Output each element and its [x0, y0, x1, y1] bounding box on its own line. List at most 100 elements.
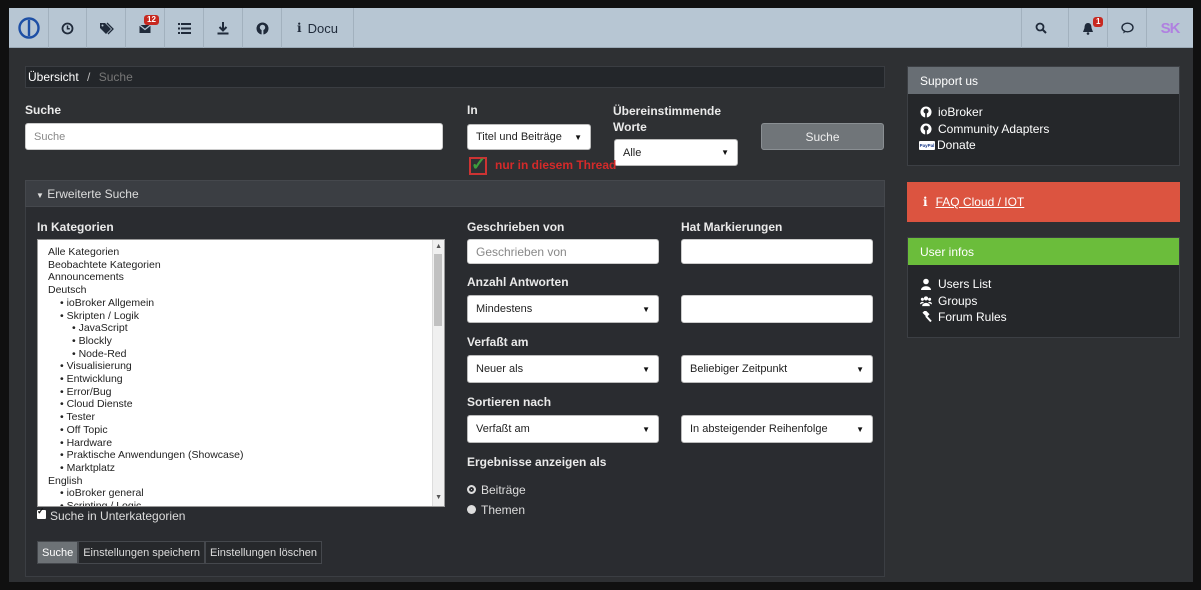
category-option[interactable]: • Visualisierung	[48, 360, 444, 373]
notifications-badge: 1	[1093, 17, 1104, 27]
avatar: SK	[1160, 19, 1181, 37]
show-posts-radio[interactable]	[467, 485, 476, 494]
scrollbar-thumb[interactable]	[434, 254, 442, 326]
sort-select[interactable]: Verfaßt am ▼	[467, 415, 659, 443]
categories-items: Alle Kategorien Beobachtete Kategorien Ann…	[48, 246, 444, 506]
replies-label: Anzahl Antworten	[467, 275, 569, 289]
caret-down-icon: ▼	[36, 191, 44, 200]
support-link-label: ioBroker	[938, 105, 983, 119]
match-words-label: Übereinstimmende Worte	[613, 104, 722, 134]
save-settings-button[interactable]: Einstellungen speichern	[78, 541, 206, 564]
posted-time-select[interactable]: Beliebiger Zeitpunkt ▼	[681, 355, 873, 383]
category-option[interactable]: • Tester	[48, 411, 444, 424]
list-icon	[177, 22, 191, 34]
groups-link[interactable]: Groups	[920, 293, 1167, 310]
categories-button[interactable]	[165, 8, 204, 48]
match-words-select[interactable]: Alle ▼	[614, 139, 738, 166]
breadcrumb-home-link[interactable]: Übersicht	[28, 70, 79, 84]
advanced-search-button[interactable]: Suche	[37, 541, 79, 564]
top-navbar: 12 i Docu 1 SK	[9, 8, 1193, 48]
sort-order-select[interactable]: In absteigender Reihenfolge ▼	[681, 415, 873, 443]
category-option[interactable]: Deutsch	[48, 284, 444, 297]
tags-button[interactable]	[87, 8, 126, 48]
download-button[interactable]	[204, 8, 243, 48]
github-icon	[920, 106, 932, 119]
scroll-up-icon[interactable]: ▲	[435, 241, 442, 254]
advanced-search-toggle[interactable]: ▼ Erweiterte Suche	[25, 180, 885, 207]
show-topics-label: Themen	[481, 503, 526, 517]
category-option[interactable]: English	[48, 475, 444, 488]
gavel-icon	[922, 311, 932, 323]
category-option[interactable]: • JavaScript	[48, 322, 444, 335]
clock-icon	[61, 22, 74, 34]
subcategories-checkbox[interactable]: ✓	[37, 506, 46, 519]
category-option[interactable]: • Scripting / Logic	[48, 500, 444, 506]
users-list-link[interactable]: Users List	[920, 276, 1167, 293]
paypal-icon: PayPal	[919, 140, 935, 150]
docu-button[interactable]: i Docu	[282, 8, 354, 48]
download-icon	[217, 21, 229, 34]
faq-label: FAQ Cloud / IOT	[935, 195, 1025, 209]
tags-input[interactable]	[681, 239, 873, 264]
category-option[interactable]: • Skripten / Logik	[48, 310, 444, 323]
replies-select[interactable]: Mindestens ▼	[467, 295, 659, 323]
recent-button[interactable]	[49, 8, 87, 48]
app-window: 12 i Docu 1 SK Übersicht / Suche Suche S…	[9, 8, 1193, 582]
category-option[interactable]: • Praktische Anwendungen (Showcase)	[48, 449, 444, 462]
scrollbar[interactable]: ▲ ▼	[432, 240, 444, 506]
check-icon: ✓	[37, 506, 45, 516]
github-icon	[920, 123, 932, 135]
group-icon	[920, 296, 932, 306]
category-option[interactable]: Announcements	[48, 271, 444, 284]
user-icon	[921, 278, 931, 291]
category-option[interactable]: • Blockly	[48, 335, 444, 348]
support-link-iobroker[interactable]: ioBroker	[920, 104, 1167, 121]
faq-cloud-link[interactable]: i FAQ Cloud / IOT	[907, 182, 1180, 222]
categories-listbox[interactable]: Alle Kategorien Beobachtete Kategorien Ann…	[37, 239, 445, 507]
posted-select[interactable]: Neuer als ▼	[467, 355, 659, 383]
category-option[interactable]: • Error/Bug	[48, 386, 444, 399]
chats-button[interactable]	[1107, 8, 1146, 48]
info-icon: i	[297, 21, 302, 35]
replies-count-input[interactable]	[681, 295, 873, 323]
messages-button[interactable]: 12	[126, 8, 165, 48]
user-avatar-button[interactable]: SK	[1146, 8, 1193, 48]
category-option[interactable]: • ioBroker Allgemein	[48, 297, 444, 310]
breadcrumb-current: Suche	[98, 70, 133, 84]
category-option[interactable]: • Off Topic	[48, 424, 444, 437]
caret-down-icon: ▼	[642, 424, 650, 434]
search-in-value: Titel und Beiträge	[476, 131, 562, 143]
github-button[interactable]	[243, 8, 282, 48]
support-link-donate[interactable]: PayPal Donate	[919, 137, 1167, 154]
category-option[interactable]: • Hardware	[48, 437, 444, 450]
search-in-select[interactable]: Titel und Beiträge ▼	[467, 124, 591, 150]
support-link-community-adapters[interactable]: Community Adapters	[920, 121, 1167, 138]
category-option[interactable]: • Node-Red	[48, 348, 444, 361]
category-option[interactable]: Alle Kategorien	[48, 246, 444, 259]
written-by-label: Geschrieben von	[467, 220, 565, 234]
users-list-label: Users List	[938, 277, 992, 291]
check-mark-icon: ✓	[471, 154, 487, 174]
category-option[interactable]: • Cloud Dienste	[48, 398, 444, 411]
category-option[interactable]: • ioBroker general	[48, 487, 444, 500]
clear-settings-button[interactable]: Einstellungen löschen	[205, 541, 323, 564]
category-option[interactable]: • Entwicklung	[48, 373, 444, 386]
show-posts-label: Beiträge	[481, 483, 526, 497]
notifications-button[interactable]: 1	[1068, 8, 1107, 48]
breadcrumb-separator: /	[87, 70, 91, 84]
search-label: Suche	[25, 103, 62, 117]
search-button[interactable]	[1021, 8, 1060, 48]
posted-value: Neuer als	[476, 363, 524, 375]
category-option[interactable]: • Marktplatz	[48, 462, 444, 475]
scroll-down-icon[interactable]: ▼	[435, 492, 442, 505]
logo-button[interactable]	[9, 8, 49, 48]
show-topics-radio[interactable]	[467, 505, 476, 514]
match-words-value: Alle	[623, 146, 642, 159]
search-input[interactable]: Suche	[25, 123, 443, 150]
thread-only-label: nur in diesem Thread	[495, 158, 617, 172]
forum-rules-link[interactable]: Forum Rules	[920, 309, 1167, 326]
search-button[interactable]: Suche	[761, 123, 884, 150]
category-option[interactable]: Beobachtete Kategorien	[48, 259, 444, 272]
sort-label: Sortieren nach	[467, 395, 552, 409]
written-by-input[interactable]: Geschrieben von	[467, 239, 659, 264]
